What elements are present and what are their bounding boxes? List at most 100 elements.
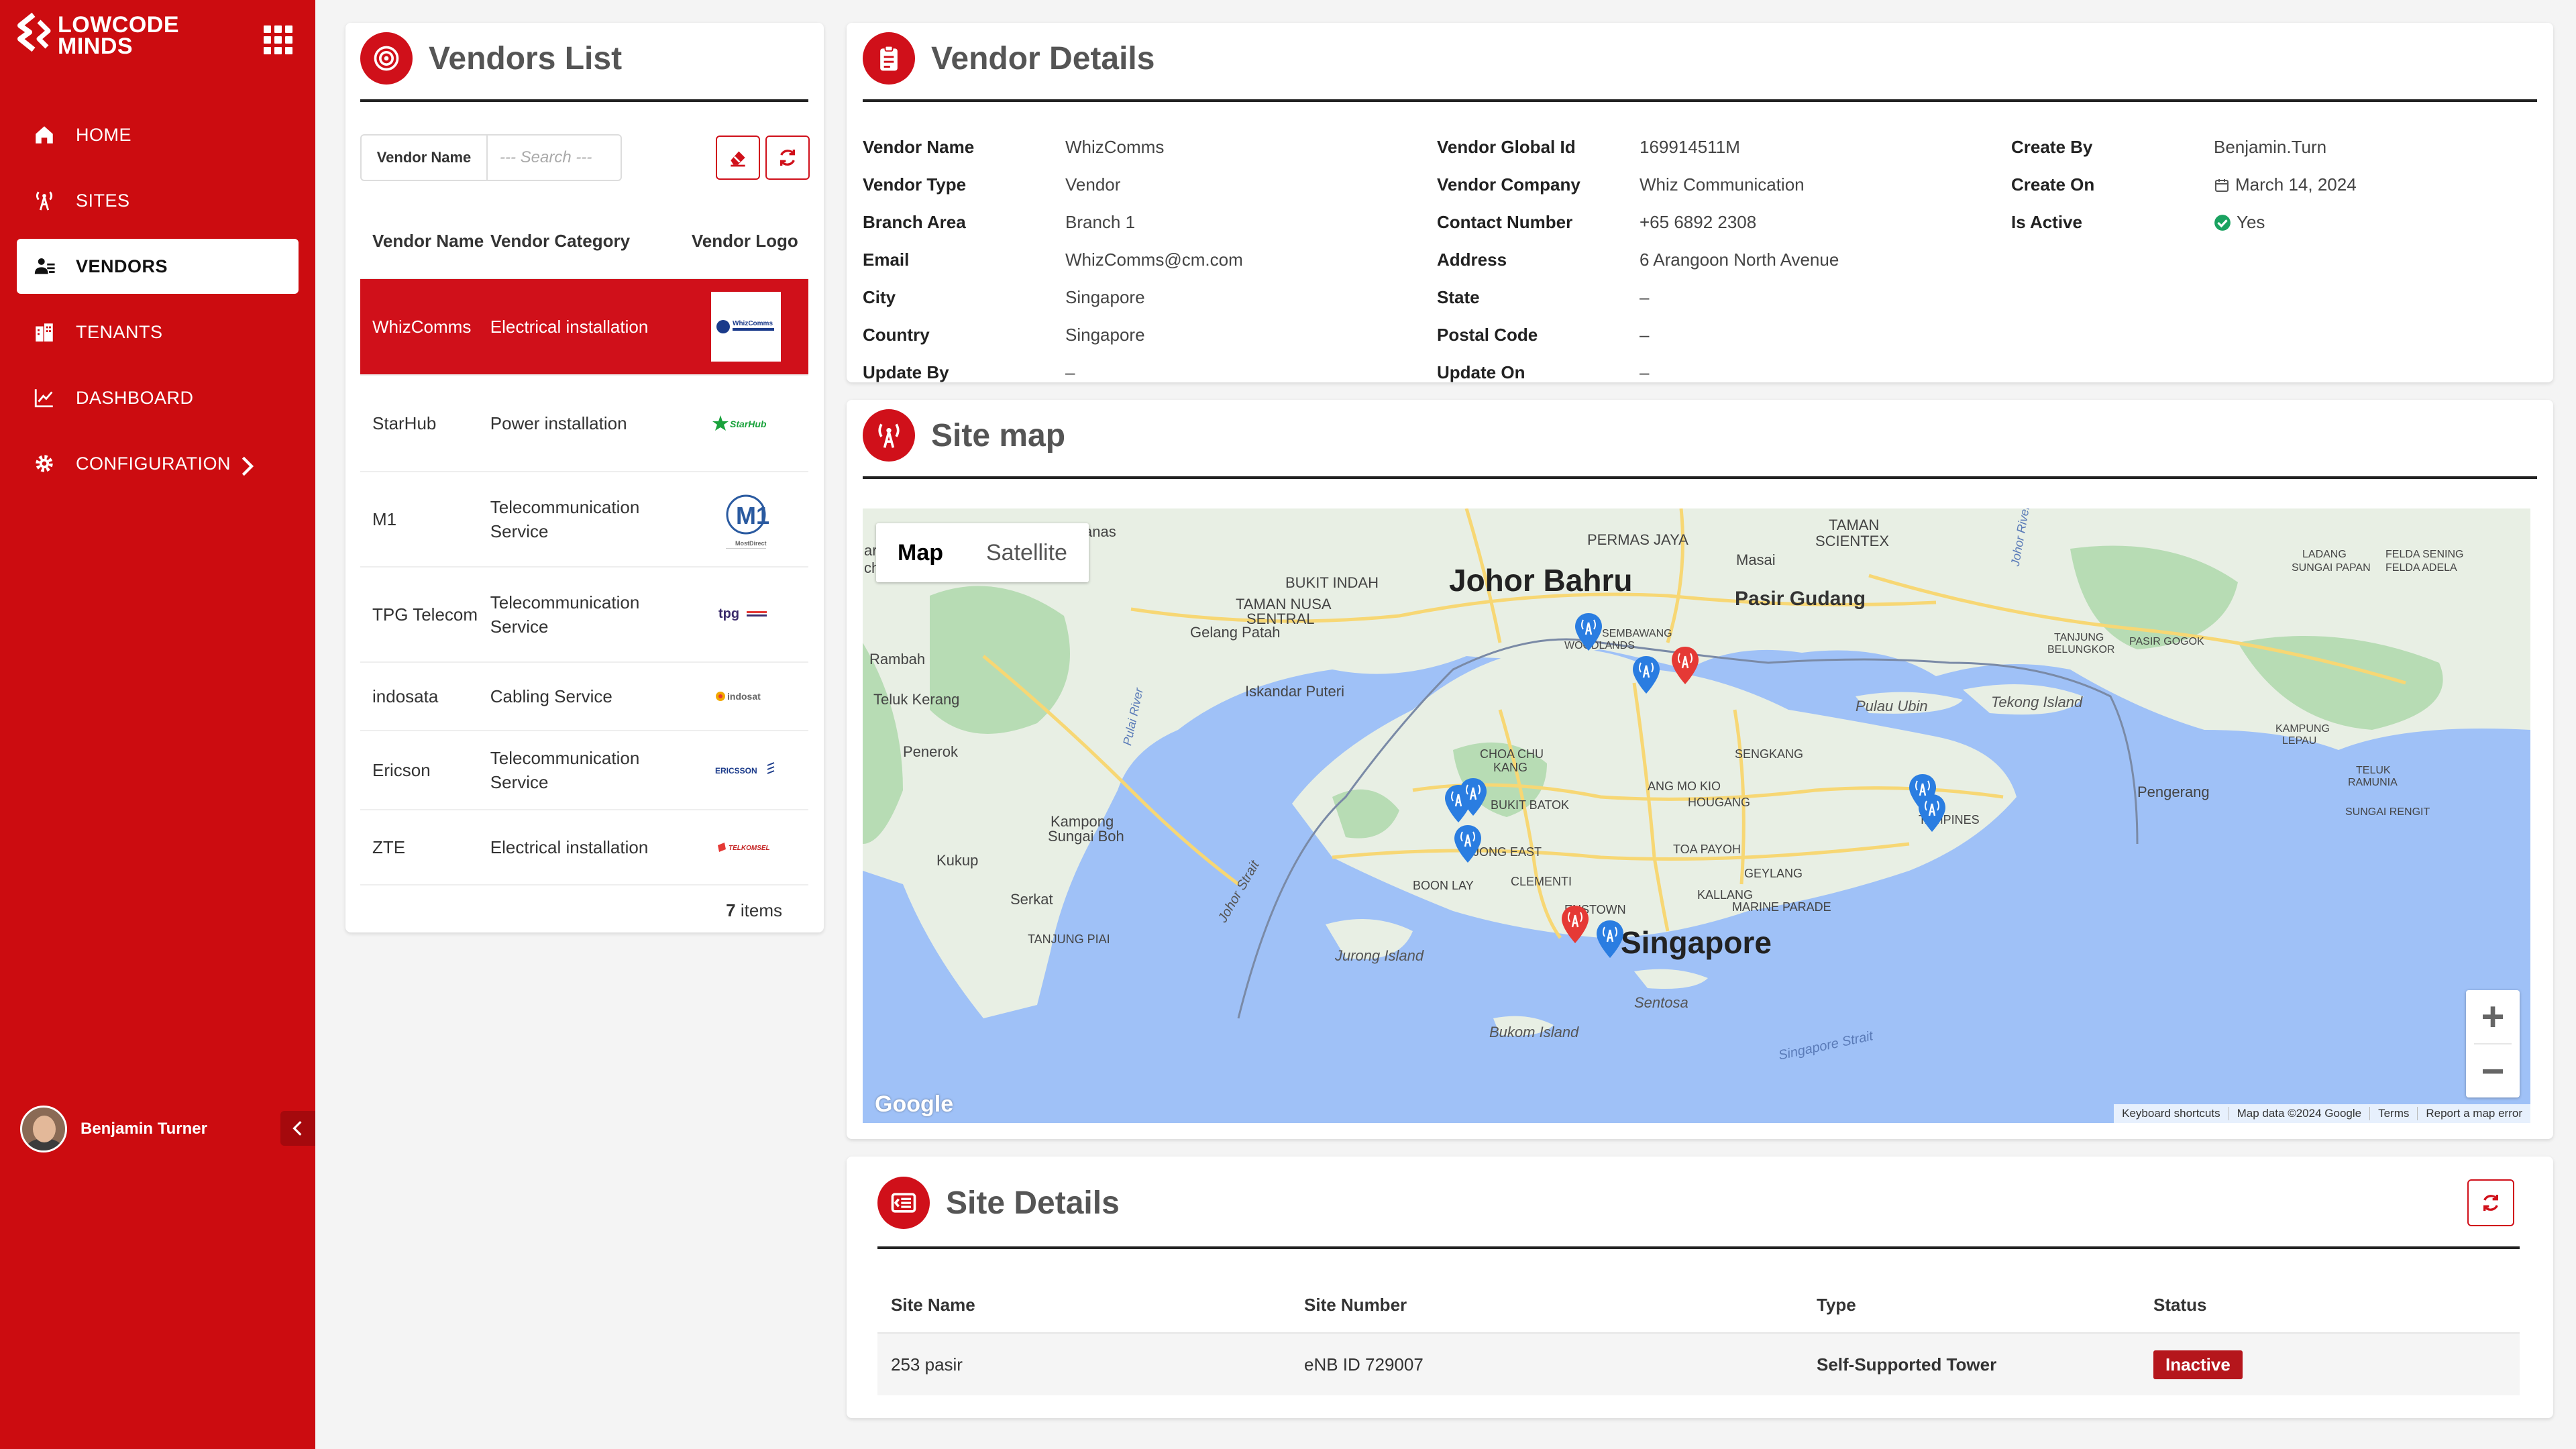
map-label-felda-sening: FELDA SENING (2385, 549, 2464, 560)
map-tab-map[interactable]: Map (876, 523, 965, 582)
map-label-jurong-island: Jurong Island (1335, 947, 1424, 964)
nav-item-sites[interactable]: SITES (17, 173, 299, 228)
detail-value: – (1065, 362, 1075, 382)
vendor-name-cell: indosata (372, 686, 439, 706)
collapse-sidebar-button[interactable] (280, 1111, 315, 1146)
vendor-search-input[interactable]: --- Search --- (488, 136, 621, 180)
apps-grid-icon[interactable] (264, 25, 293, 54)
site-details-card: Site Details Site Name Site Number Type … (847, 1157, 2553, 1418)
col-site-number[interactable]: Site Number (1304, 1295, 1817, 1316)
table-row[interactable]: WhizComms Electrical installation WhizCo… (360, 278, 808, 374)
table-row[interactable]: 253 pasir eNB ID 729007 Self-Supported T… (877, 1332, 2520, 1395)
col-status[interactable]: Status (2153, 1295, 2520, 1316)
map-attribution: Keyboard shortcuts Map data ©2024 Google… (2114, 1104, 2530, 1123)
map-label-rambah: Rambah (869, 651, 926, 667)
terms-link[interactable]: Terms (2370, 1107, 2418, 1120)
col-site-name[interactable]: Site Name (877, 1295, 1304, 1316)
map-label-kukup: Kukup (936, 852, 979, 869)
detail-value: +65 6892 2308 (1640, 212, 1757, 232)
nav-item-dashboard[interactable]: DASHBOARD (17, 370, 299, 425)
tpg-logo: tpg (711, 580, 781, 649)
col-vendor-category[interactable]: Vendor Category (490, 229, 692, 252)
table-row[interactable]: TPG Telecom Telecommunication Service tp… (360, 566, 808, 661)
detail-label: City (863, 287, 896, 307)
detail-value: Benjamin.Turn (2214, 137, 2327, 157)
table-row[interactable]: indosata Cabling Service indosat (360, 661, 808, 730)
col-type[interactable]: Type (1817, 1295, 2153, 1316)
nav-item-tenants[interactable]: TENANTS (17, 305, 299, 360)
site-map-title: Site map (931, 417, 1066, 453)
vendor-name-cell: WhizComms (372, 317, 472, 337)
vendor-category-cell: Cabling Service (490, 686, 612, 706)
col-vendor-logo[interactable]: Vendor Logo (692, 229, 808, 252)
user-profile[interactable]: Benjamin Turner (20, 1106, 207, 1152)
zoom-out-button[interactable]: − (2466, 1044, 2520, 1097)
title-divider (863, 476, 2537, 479)
site-pin-blue[interactable] (1453, 824, 1483, 864)
zoom-control: + − (2466, 990, 2520, 1097)
map-label-sungai-papan: SUNGAI PAPAN (2292, 562, 2371, 574)
table-row[interactable]: Ericson Telecommunication Service ERICSS… (360, 730, 808, 809)
site-pin-blue[interactable] (1917, 793, 1947, 833)
site-number-cell: eNB ID 729007 (1304, 1354, 1424, 1375)
map-label-kampung: KAMPUNG (2275, 723, 2330, 735)
svg-text:tpg: tpg (718, 606, 739, 621)
table-row[interactable]: M1 Telecommunication Service M1 MostDirec… (360, 471, 808, 566)
site-pin-red[interactable] (1670, 645, 1700, 686)
vendors-icon (34, 258, 55, 274)
vendor-name-cell: Ericson (372, 760, 431, 780)
detail-label: Create On (2011, 174, 2095, 195)
clear-filter-button[interactable] (716, 136, 760, 180)
detail-label: Vendor Company (1437, 174, 1580, 195)
map-label-teluk-kerang: Teluk Kerang (873, 691, 960, 708)
detail-value: Singapore (1065, 287, 1145, 307)
map-canvas[interactable]: Johor Bahru Singapore Pasir Gudang TAMAN… (863, 508, 2530, 1123)
nav-item-vendors[interactable]: VENDORS (17, 239, 299, 294)
vendor-details-title: Vendor Details (931, 40, 1155, 76)
type-cell: Self-Supported Tower (1817, 1354, 1997, 1375)
site-pin-blue[interactable] (1574, 612, 1603, 652)
eraser-icon (731, 151, 745, 167)
nav-item-home[interactable]: HOME (17, 107, 299, 162)
nav-item-configuration[interactable]: CONFIGURATION (17, 436, 299, 491)
app-logo[interactable]: LOWCODE MINDS (13, 12, 179, 59)
site-pin-red[interactable] (1560, 904, 1590, 945)
keyboard-shortcuts-link[interactable]: Keyboard shortcuts (2114, 1107, 2229, 1120)
site-pin-blue[interactable] (1631, 655, 1661, 695)
table-row[interactable]: ZTE Electrical installation TELKOMSEL (360, 809, 808, 884)
report-map-error-link[interactable]: Report a map error (2418, 1107, 2530, 1120)
site-pin-blue[interactable] (1458, 777, 1488, 817)
detail-value: 6 Arangoon North Avenue (1640, 250, 1839, 270)
table-row[interactable]: StarHub Power installation StarHub (360, 374, 808, 471)
vendor-logo-cell: WhizComms (691, 292, 808, 362)
vendor-name-cell: M1 (372, 509, 397, 529)
detail-label: Update On (1437, 362, 1525, 382)
calendar-icon (2215, 178, 2229, 192)
site-pin-blue[interactable] (1595, 919, 1625, 959)
map-label-sengkang: SENGKANG (1735, 747, 1804, 761)
map-label-boon-lay: BOON LAY (1413, 879, 1474, 892)
table-header: Site Name Site Number Type Status (877, 1277, 2520, 1332)
col-vendor-name[interactable]: Vendor Name (360, 229, 490, 252)
vendors-list-header: Vendors List (360, 32, 622, 85)
map-label-permas-jaya: PERMAS JAYA (1587, 531, 1688, 548)
detail-label: Is Active (2011, 212, 2082, 232)
refresh-button[interactable] (2467, 1179, 2514, 1226)
site-details-title: Site Details (946, 1185, 1120, 1221)
detail-value: Yes (2214, 212, 2265, 233)
map-label-pasir-gudang: Pasir Gudang (1735, 588, 1866, 610)
vendors-list-card: Vendors List Vendor Name --- Search --- … (345, 23, 824, 932)
detail-value: WhizComms (1065, 137, 1165, 157)
map-label-pasir-gogok: PASIR GOGOK (2129, 636, 2204, 647)
zoom-in-button[interactable]: + (2466, 990, 2520, 1043)
vendor-category-cell: Telecommunication Service (490, 497, 640, 541)
map-label-hougang: HOUGANG (1688, 796, 1751, 809)
detail-value: – (1640, 287, 1650, 307)
detail-label: Vendor Global Id (1437, 137, 1576, 157)
detail-value: WhizComms@cm.com (1065, 250, 1243, 270)
refresh-button[interactable] (765, 136, 810, 180)
list-icon (877, 1177, 930, 1229)
map-tab-satellite[interactable]: Satellite (965, 523, 1089, 582)
check-circle-icon (2214, 214, 2231, 231)
detail-label: Postal Code (1437, 325, 1538, 345)
